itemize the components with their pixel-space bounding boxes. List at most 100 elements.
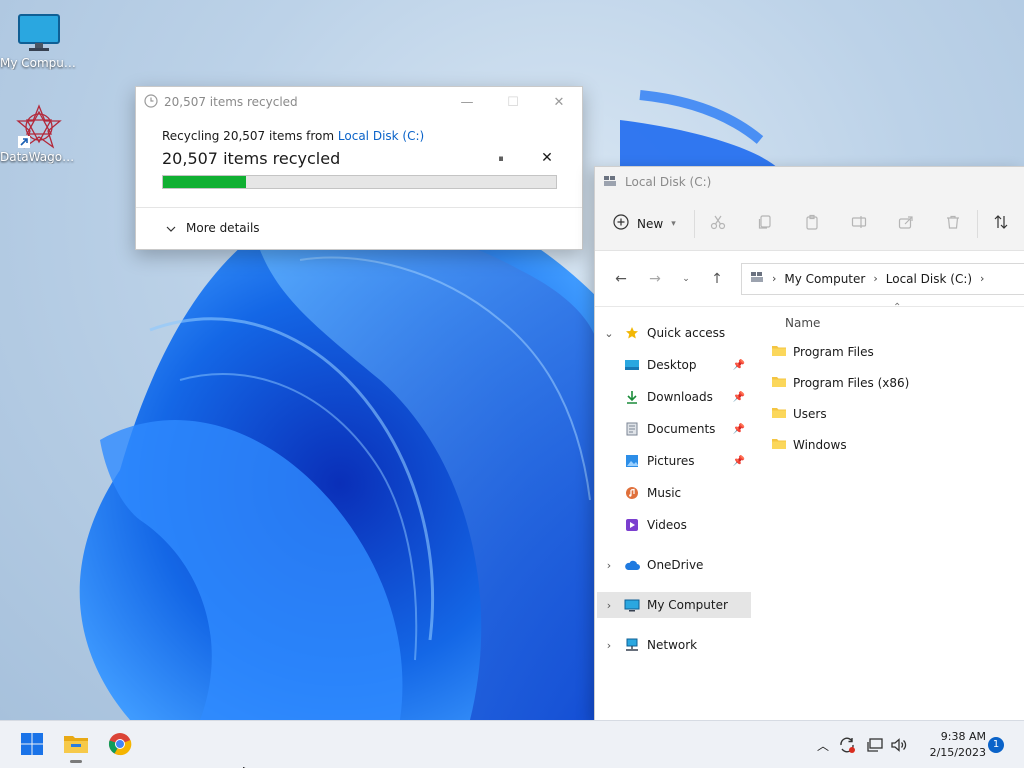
taskbar-file-explorer[interactable] bbox=[56, 727, 96, 763]
tree-label: My Computer bbox=[647, 598, 728, 612]
file-row[interactable]: Program Files bbox=[771, 340, 874, 364]
pin-icon[interactable]: 📌 bbox=[733, 360, 745, 371]
file-name: Program Files (x86) bbox=[793, 376, 910, 390]
tree-quick-access[interactable]: ⌄ Quick access bbox=[597, 320, 751, 346]
file-row[interactable]: Users bbox=[771, 402, 827, 426]
clipboard-icon bbox=[804, 214, 820, 233]
chevron-right-icon[interactable]: › bbox=[597, 639, 621, 652]
network-icon bbox=[621, 638, 643, 652]
explorer-titlebar[interactable]: Local Disk (C:) bbox=[595, 167, 1024, 197]
taskbar-clock[interactable]: 9:38 AM 2/15/2023 bbox=[914, 729, 986, 761]
tree-item-videos[interactable]: Videos bbox=[597, 512, 751, 538]
more-details-toggle[interactable]: More details bbox=[166, 221, 260, 235]
chevron-right-icon[interactable]: › bbox=[597, 599, 621, 612]
breadcrumb-separator: › bbox=[873, 272, 878, 285]
documents-icon bbox=[621, 422, 643, 436]
pin-icon[interactable]: 📌 bbox=[733, 392, 745, 403]
mouse-pointer-icon bbox=[243, 762, 251, 768]
share-button[interactable] bbox=[883, 210, 930, 238]
minimize-icon: — bbox=[460, 94, 474, 110]
recent-locations-button[interactable]: ⌄ bbox=[673, 265, 699, 293]
pin-icon[interactable]: 📌 bbox=[733, 424, 745, 435]
recycle-progress-dialog: 20,507 items recycled — ☐ ✕ Recycling 20… bbox=[135, 86, 583, 250]
tree-network[interactable]: › Network bbox=[597, 632, 751, 658]
recycle-source-line: Recycling 20,507 items from Local Disk (… bbox=[162, 129, 556, 143]
file-name: Windows bbox=[793, 438, 847, 452]
start-button[interactable] bbox=[12, 727, 52, 763]
close-button[interactable]: ✕ bbox=[536, 87, 582, 117]
desktop-icon-label: My Computer bbox=[0, 56, 78, 70]
share-icon bbox=[898, 214, 914, 233]
cut-button[interactable] bbox=[695, 210, 742, 238]
breadcrumb-my-computer[interactable]: My Computer bbox=[784, 272, 865, 286]
tree-my-computer[interactable]: › My Computer bbox=[597, 592, 751, 618]
desktop-icon-my-computer[interactable]: My Computer bbox=[0, 10, 78, 70]
forward-button[interactable]: → bbox=[639, 265, 671, 293]
dialog-divider bbox=[136, 207, 582, 208]
drive-icon bbox=[603, 175, 617, 190]
pin-icon[interactable]: 📌 bbox=[733, 456, 745, 467]
desktop-icon-datawagon[interactable]: DataWagon... bbox=[0, 104, 78, 164]
tree-onedrive[interactable]: › OneDrive bbox=[597, 552, 751, 578]
trash-icon bbox=[945, 214, 961, 233]
datawagon-logo-icon bbox=[0, 104, 78, 150]
chevron-down-icon: ▾ bbox=[671, 218, 676, 229]
tree-label: OneDrive bbox=[647, 558, 704, 572]
paste-button[interactable] bbox=[789, 210, 836, 238]
minimize-button[interactable]: — bbox=[444, 87, 490, 117]
desktop-icon bbox=[621, 359, 643, 371]
chevron-down-icon: ⌄ bbox=[682, 273, 690, 284]
tree-item-desktop[interactable]: Desktop 📌 bbox=[597, 352, 751, 378]
rename-icon bbox=[851, 214, 867, 233]
show-hidden-icons-button[interactable]: ︿ bbox=[812, 735, 834, 755]
new-button[interactable]: New ▾ bbox=[613, 209, 695, 238]
tree-label: Desktop bbox=[647, 358, 697, 372]
cancel-button[interactable]: ✕ bbox=[538, 150, 556, 166]
tree-item-downloads[interactable]: Downloads 📌 bbox=[597, 384, 751, 410]
desktop-icon-label: DataWagon... bbox=[0, 150, 78, 164]
sync-status-icon[interactable] bbox=[836, 735, 858, 755]
arrow-up-icon: ↑ bbox=[711, 270, 723, 287]
scissors-icon bbox=[710, 214, 726, 233]
navigation-pane: ⌄ Quick access Desktop 📌 Downloads 📌 Doc bbox=[595, 308, 757, 720]
file-row[interactable]: Windows bbox=[771, 433, 847, 457]
maximize-button[interactable]: ☐ bbox=[490, 87, 536, 117]
monitor-icon bbox=[621, 599, 643, 612]
network-status-icon[interactable] bbox=[864, 735, 886, 755]
chevron-right-icon[interactable]: › bbox=[597, 559, 621, 572]
star-icon bbox=[621, 326, 643, 340]
breadcrumb-local-disk[interactable]: Local Disk (C:) bbox=[886, 272, 972, 286]
rename-button[interactable] bbox=[836, 210, 883, 238]
copy-button[interactable] bbox=[742, 210, 789, 238]
cloud-icon bbox=[621, 560, 643, 571]
dialog-title: 20,507 items recycled bbox=[164, 95, 298, 109]
dialog-titlebar[interactable]: 20,507 items recycled — ☐ ✕ bbox=[136, 87, 582, 117]
breadcrumb-separator: › bbox=[980, 272, 985, 285]
tree-item-documents[interactable]: Documents 📌 bbox=[597, 416, 751, 442]
explorer-navigation-bar: ← → ⌄ ↑ › My Computer › Local Disk (C:) … bbox=[595, 251, 1024, 307]
tree-label: Network bbox=[647, 638, 698, 652]
source-location-link[interactable]: Local Disk (C:) bbox=[338, 129, 424, 143]
tree-item-music[interactable]: Music bbox=[597, 480, 751, 506]
cancel-icon: ✕ bbox=[541, 150, 553, 166]
address-bar[interactable]: › My Computer › Local Disk (C:) › bbox=[741, 262, 1024, 295]
tree-label: Music bbox=[647, 486, 682, 500]
taskbar-chrome[interactable] bbox=[100, 727, 140, 763]
file-list-pane: ⌃ Name Program Files Program Files (x86)… bbox=[763, 302, 1024, 720]
file-row[interactable]: Program Files (x86) bbox=[771, 371, 909, 395]
pause-button[interactable]: ⏸ bbox=[492, 150, 510, 166]
chevron-down-icon[interactable]: ⌄ bbox=[597, 327, 621, 340]
delete-button[interactable] bbox=[930, 210, 977, 238]
explorer-command-bar: New ▾ bbox=[595, 197, 1024, 251]
progress-bar bbox=[162, 175, 557, 189]
arrow-left-icon: ← bbox=[615, 270, 627, 287]
tree-item-pictures[interactable]: Pictures 📌 bbox=[597, 448, 751, 474]
sort-button[interactable] bbox=[976, 209, 1024, 238]
volume-icon[interactable] bbox=[888, 735, 910, 755]
column-header-name[interactable]: Name bbox=[785, 316, 820, 330]
progress-bar-fill bbox=[163, 176, 246, 188]
up-button[interactable]: ↑ bbox=[701, 265, 733, 293]
notification-badge[interactable]: 1 bbox=[988, 737, 1004, 753]
pause-icon: ⏸ bbox=[498, 152, 504, 165]
back-button[interactable]: ← bbox=[605, 265, 637, 293]
